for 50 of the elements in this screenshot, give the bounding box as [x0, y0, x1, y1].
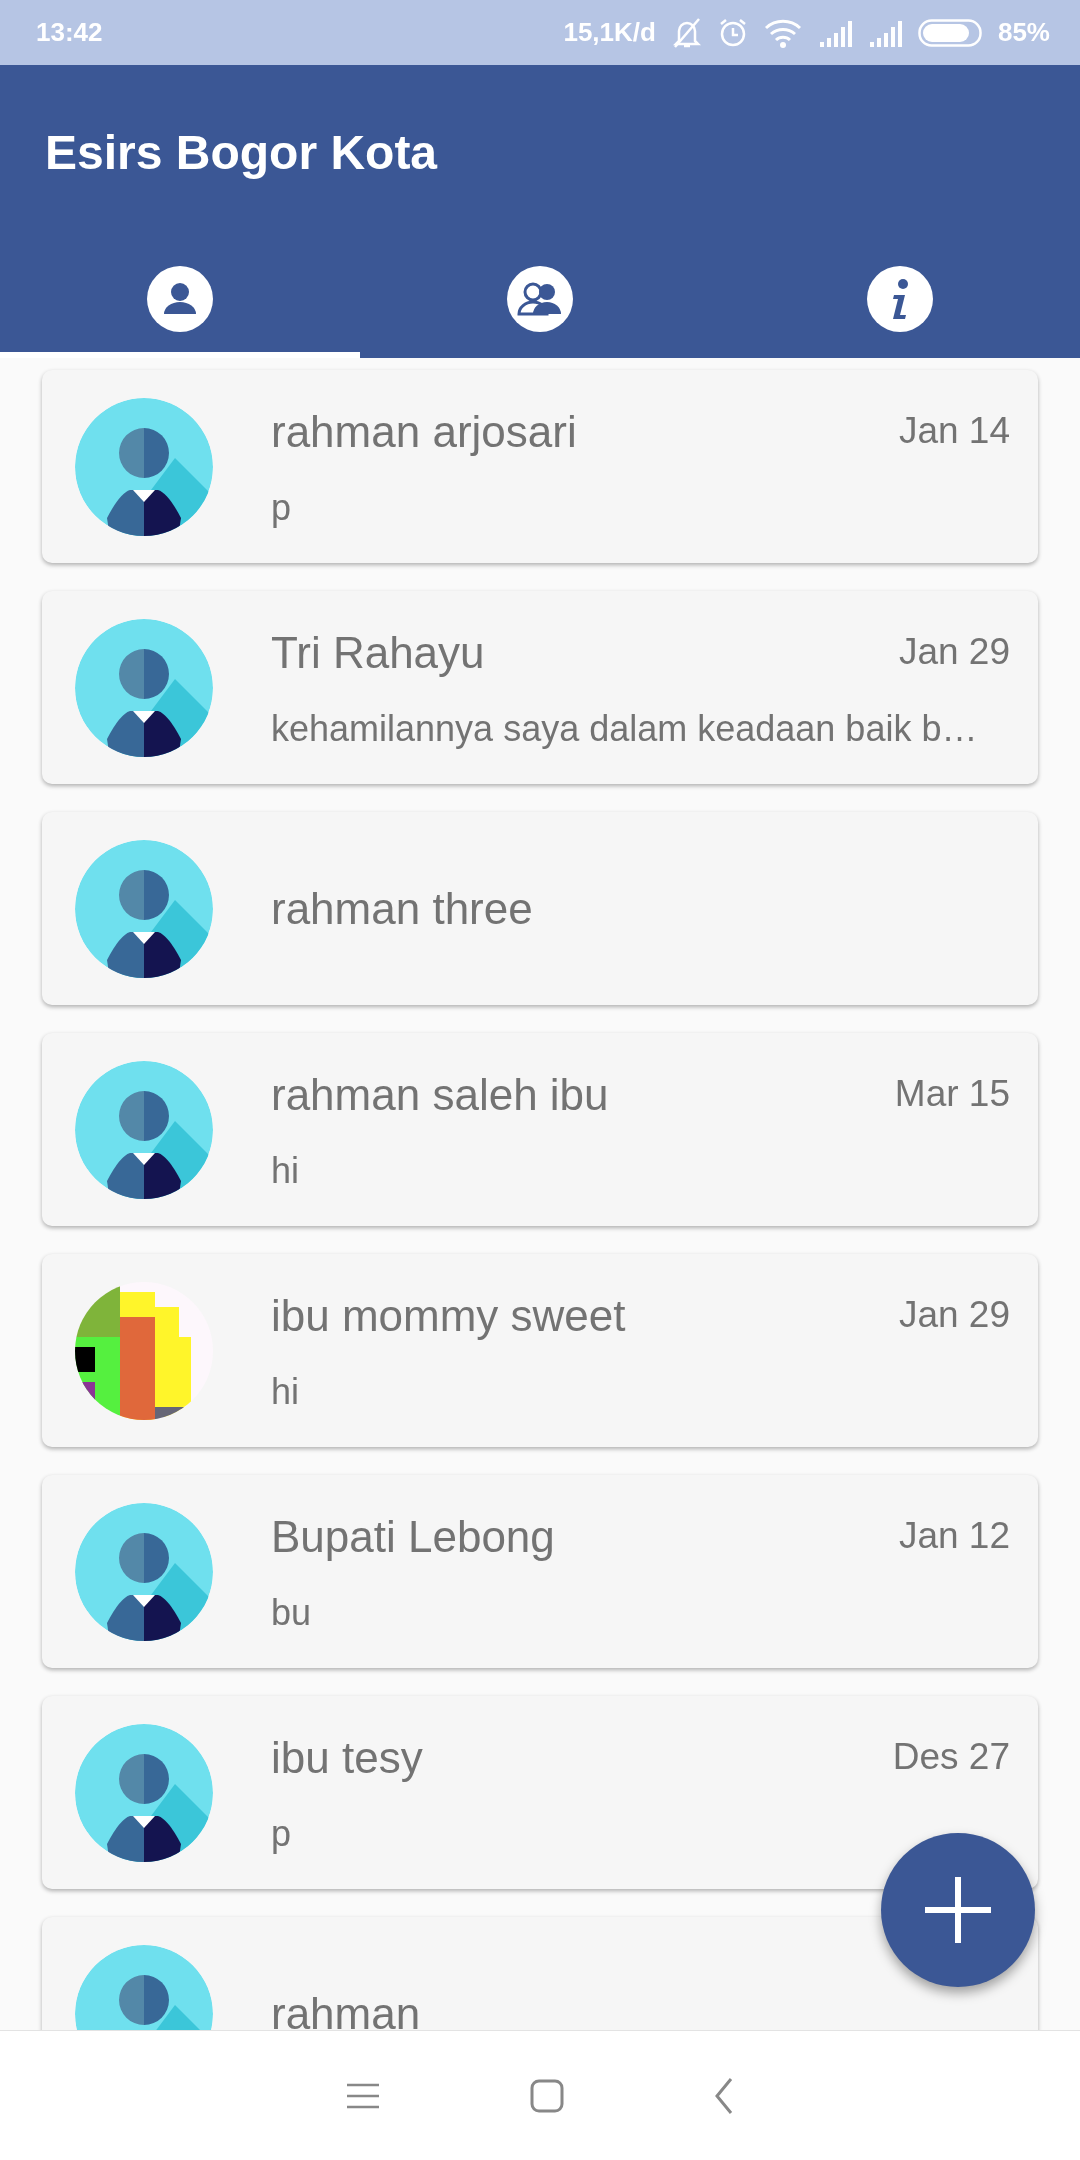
group-icon: [507, 266, 573, 332]
contact-name: Bupati Lebong: [271, 1510, 555, 1563]
contact-name: rahman saleh ibu: [271, 1068, 609, 1121]
contact-name: ibu tesy: [271, 1731, 423, 1784]
avatar-icon: [75, 839, 213, 978]
person-icon: [147, 266, 213, 332]
app-title: Esirs Bogor Kota: [45, 126, 438, 179]
contact-name: rahman arjosari: [271, 405, 577, 458]
contact-name: ibu mommy sweet: [271, 1289, 626, 1342]
plus-icon: [925, 1877, 991, 1943]
contact-name: Tri Rahayu: [271, 626, 485, 679]
bell-muted-icon: [671, 16, 702, 49]
menu-icon[interactable]: [346, 2082, 380, 2109]
message-date: Mar 15: [894, 1071, 1010, 1116]
chat-card[interactable]: Bupati Lebong Jan 12 bu: [42, 1475, 1038, 1668]
battery-icon: [917, 18, 982, 47]
message-preview: p: [271, 485, 293, 530]
avatar-icon: [75, 1060, 213, 1199]
chat-card[interactable]: rahman saleh ibu Mar 15 hi: [42, 1033, 1038, 1226]
avatar-icon: [75, 1502, 213, 1641]
home-square-icon[interactable]: [530, 2078, 564, 2113]
message-date: Jan 29: [898, 629, 1010, 674]
back-icon[interactable]: [714, 2076, 734, 2115]
avatar-icon: [75, 397, 213, 536]
chat-card[interactable]: ibu tesy Des 27 p: [42, 1696, 1038, 1889]
chat-card[interactable]: rahman three: [42, 812, 1038, 1005]
contact-name: rahman three: [271, 882, 533, 935]
message-date: Jan 14: [898, 408, 1010, 453]
message-preview: hi: [271, 1369, 301, 1414]
info-icon: [867, 266, 933, 332]
battery-percentage-text: 85%: [997, 16, 1050, 49]
message-preview: p: [271, 1811, 293, 1856]
message-date: Jan 12: [898, 1513, 1010, 1558]
avatar-icon: [75, 618, 213, 757]
chat-card[interactable]: rahman arjosari Jan 14 p: [42, 370, 1038, 563]
contact-name: rahman: [271, 1987, 421, 2030]
signal-icon: [867, 18, 902, 47]
signal-icon: [817, 18, 852, 47]
network-speed-text: 15,1K/d: [563, 16, 656, 49]
message-date: Des 27: [892, 1734, 1010, 1779]
message-date: Jan 29: [898, 1292, 1010, 1337]
chat-card[interactable]: Tri Rahayu Jan 29 kehamilannya saya dalam keadaan baik b…: [42, 591, 1038, 784]
chat-card[interactable]: rahman: [42, 1917, 1038, 2030]
wifi-icon: [763, 17, 802, 48]
chat-card[interactable]: ibu mommy sweet Jan 29 hi: [42, 1254, 1038, 1447]
message-preview: bu: [271, 1590, 313, 1635]
clock-text: 13:42: [36, 16, 103, 49]
avatar-icon: [75, 1723, 213, 1862]
message-preview: hi: [271, 1148, 301, 1193]
message-preview: kehamilannya saya dalam keadaan baik b…: [271, 706, 979, 751]
